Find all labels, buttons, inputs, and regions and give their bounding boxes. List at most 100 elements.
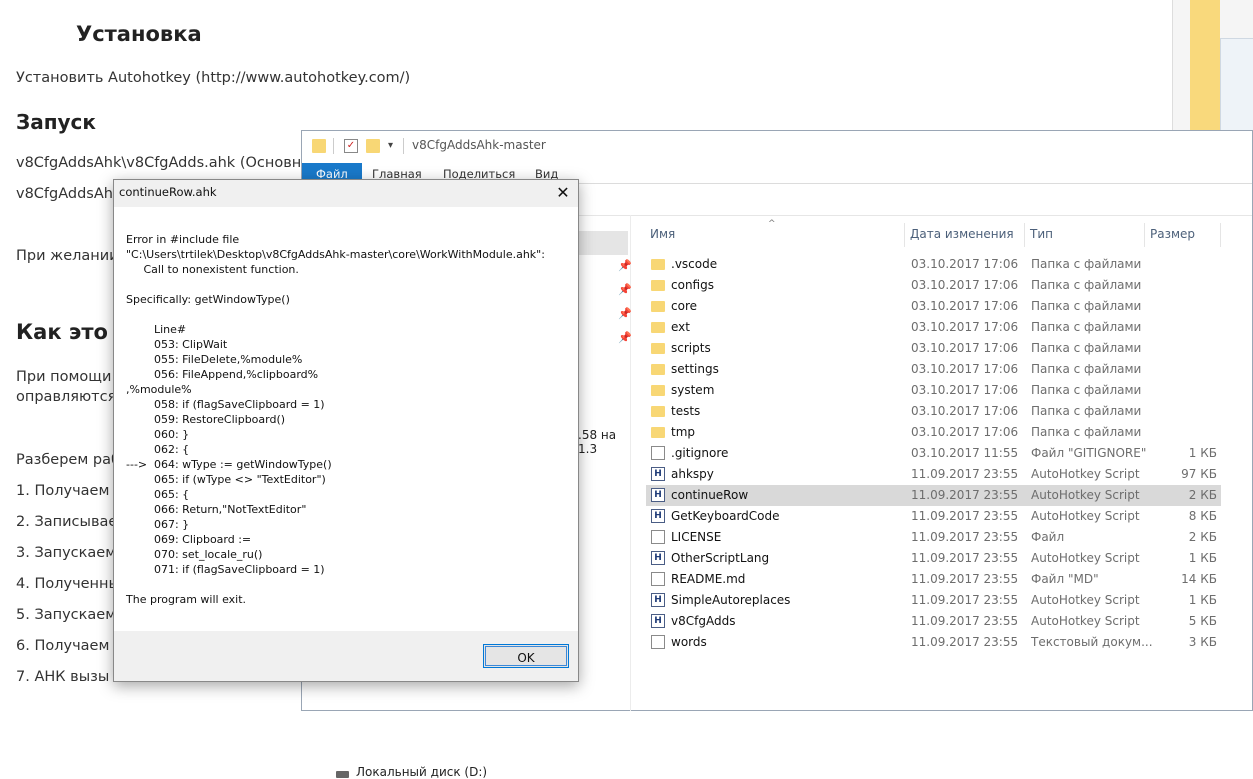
file-name: scripts: [671, 341, 711, 355]
chevron-down-icon[interactable]: ▾: [388, 140, 393, 151]
file-name: continueRow: [671, 488, 749, 502]
divider: [403, 138, 404, 154]
step-item: 3. Запускаем: [16, 545, 117, 561]
column-header-type[interactable]: Тип: [1030, 227, 1053, 241]
file-type: Файл: [1031, 530, 1065, 544]
nav-item-drive-d[interactable]: Локальный диск (D:): [356, 765, 487, 779]
file-type: Папка с файлами: [1031, 320, 1142, 334]
dialog-title: continueRow.ahk: [119, 185, 217, 199]
file-type: AutoHotkey Script: [1031, 509, 1140, 523]
file-row[interactable]: H GetKeyboardCode 11.09.2017 23:55 AutoHotk…: [646, 506, 1221, 527]
column-header-name[interactable]: Имя: [650, 227, 675, 241]
file-icon: [651, 572, 665, 586]
file-type: Текстовый докум...: [1031, 635, 1153, 649]
file-date: 11.09.2017 23:55: [911, 635, 1019, 649]
column-divider[interactable]: [1024, 223, 1025, 247]
column-divider[interactable]: [904, 223, 905, 247]
sort-ascending-icon: ^: [768, 219, 776, 229]
column-header-date[interactable]: Дата изменения: [910, 227, 1014, 241]
file-row[interactable]: configs 03.10.2017 17:06 Папка с файлами: [646, 275, 1221, 296]
file-row[interactable]: H SimpleAutoreplaces 11.09.2017 23:55 AutoH…: [646, 590, 1221, 611]
file-type: Файл "GITIGNORE": [1031, 446, 1147, 460]
error-message: Error in #include file "C:\Users\trtilek…: [126, 233, 545, 606]
file-type: Папка с файлами: [1031, 404, 1142, 418]
file-type: Папка с файлами: [1031, 341, 1142, 355]
divider: [333, 138, 334, 154]
column-divider[interactable]: [1144, 223, 1145, 247]
folder-icon: [651, 322, 665, 333]
file-row[interactable]: scripts 03.10.2017 17:06 Папка с файлами: [646, 338, 1221, 359]
file-size: 2 КБ: [1188, 488, 1217, 502]
file-row[interactable]: Hahkspy 11.09.2017 23:55 AutoHotkey Script…: [646, 464, 1221, 485]
file-date: 11.09.2017 23:55: [911, 509, 1019, 523]
file-row[interactable]: core 03.10.2017 17:06 Папка с файлами: [646, 296, 1221, 317]
file-row[interactable]: ext 03.10.2017 17:06 Папка с файлами: [646, 317, 1221, 338]
column-header-size[interactable]: Размер: [1150, 227, 1195, 241]
file-size: 1 КБ: [1188, 446, 1217, 460]
file-name: README.md: [671, 572, 746, 586]
file-name: settings: [671, 362, 719, 376]
window-title: v8CfgAddsAhk-master: [412, 138, 546, 152]
file-type: AutoHotkey Script: [1031, 614, 1140, 628]
file-icon: [651, 446, 665, 460]
file-row[interactable]: tmp 03.10.2017 17:06 Папка с файлами: [646, 422, 1221, 443]
close-icon[interactable]: ✕: [550, 182, 576, 204]
ahk-script-icon: H: [651, 551, 665, 565]
file-type: Папка с файлами: [1031, 278, 1142, 292]
file-type: Папка с файлами: [1031, 425, 1142, 439]
file-icon: [651, 635, 665, 649]
file-row[interactable]: tests 03.10.2017 17:06 Папка с файлами: [646, 401, 1221, 422]
file-row[interactable]: system 03.10.2017 17:06 Папка с файлами: [646, 380, 1221, 401]
ok-button[interactable]: OK: [483, 644, 569, 668]
folder-icon: [651, 301, 665, 312]
file-row[interactable]: words 11.09.2017 23:55 Текстовый докум... 3…: [646, 632, 1221, 653]
step-item: 2. Записывае: [16, 514, 118, 530]
file-size: 1 КБ: [1188, 551, 1217, 565]
file-size: 14 КБ: [1181, 572, 1217, 586]
file-row[interactable]: README.md 11.09.2017 23:55 Файл "MD" 14 КБ: [646, 569, 1221, 590]
file-date: 03.10.2017 11:55: [911, 446, 1019, 460]
step-item: 7. АНК вызы: [16, 669, 110, 685]
file-row[interactable]: .vscode 03.10.2017 17:06 Папка с файлами: [646, 254, 1221, 275]
properties-icon[interactable]: ✓: [344, 139, 358, 153]
folder-icon: [312, 139, 326, 153]
ahk-script-icon: H: [651, 488, 665, 502]
file-type: AutoHotkey Script: [1031, 551, 1140, 565]
file-type: Папка с файлами: [1031, 257, 1142, 271]
folder-icon: [651, 385, 665, 396]
file-row[interactable]: settings 03.10.2017 17:06 Папка с файлами: [646, 359, 1221, 380]
folder-icon: [651, 259, 665, 270]
file-type: Папка с файлами: [1031, 383, 1142, 397]
pin-icon: 📌: [618, 283, 632, 296]
step-item: 6. Получаем в: [16, 638, 123, 654]
new-folder-icon[interactable]: [366, 139, 380, 153]
file-type: Папка с файлами: [1031, 299, 1142, 313]
file-type: Файл "MD": [1031, 572, 1099, 586]
dialog-body: Error in #include file "C:\Users\trtilek…: [114, 207, 578, 631]
nav-item-text[interactable]: .58 на 1.3: [578, 428, 630, 456]
file-row[interactable]: HcontinueRow 11.09.2017 23:55 AutoHotkey S…: [646, 485, 1221, 506]
ahk-script-icon: H: [651, 509, 665, 523]
file-date: 03.10.2017 17:06: [911, 383, 1019, 397]
file-name: core: [671, 299, 697, 313]
explorer-titlebar: ✓ ▾ v8CfgAddsAhk-master: [302, 131, 1252, 161]
background-thumbnail-preview: [1220, 38, 1253, 132]
column-divider[interactable]: [1220, 223, 1221, 247]
file-date: 11.09.2017 23:55: [911, 488, 1019, 502]
optional-text: При желании: [16, 248, 119, 264]
file-name: ahkspy: [671, 467, 714, 481]
file-name: tmp: [671, 425, 696, 439]
run-line-1: v8CfgAddsAhk\v8CfgAdds.ahk (Основно: [16, 155, 311, 171]
file-row[interactable]: .gitignore 03.10.2017 11:55 Файл "GITIGNOR…: [646, 443, 1221, 464]
file-date: 11.09.2017 23:55: [911, 614, 1019, 628]
file-name: SimpleAutoreplaces: [671, 593, 791, 607]
file-name: OtherScriptLang: [671, 551, 770, 565]
file-date: 03.10.2017 17:06: [911, 299, 1019, 313]
file-row[interactable]: H OtherScriptLang 11.09.2017 23:55 AutoHotk…: [646, 548, 1221, 569]
step-item: 4. Полученны: [16, 576, 120, 592]
folder-icon: [651, 280, 665, 291]
folder-icon: [651, 343, 665, 354]
file-name: GetKeyboardCode: [671, 509, 780, 523]
file-row[interactable]: LICENSE 11.09.2017 23:55 Файл 2 КБ: [646, 527, 1221, 548]
file-row[interactable]: Hv8CfgAdds 11.09.2017 23:55 AutoHotkey Scr…: [646, 611, 1221, 632]
